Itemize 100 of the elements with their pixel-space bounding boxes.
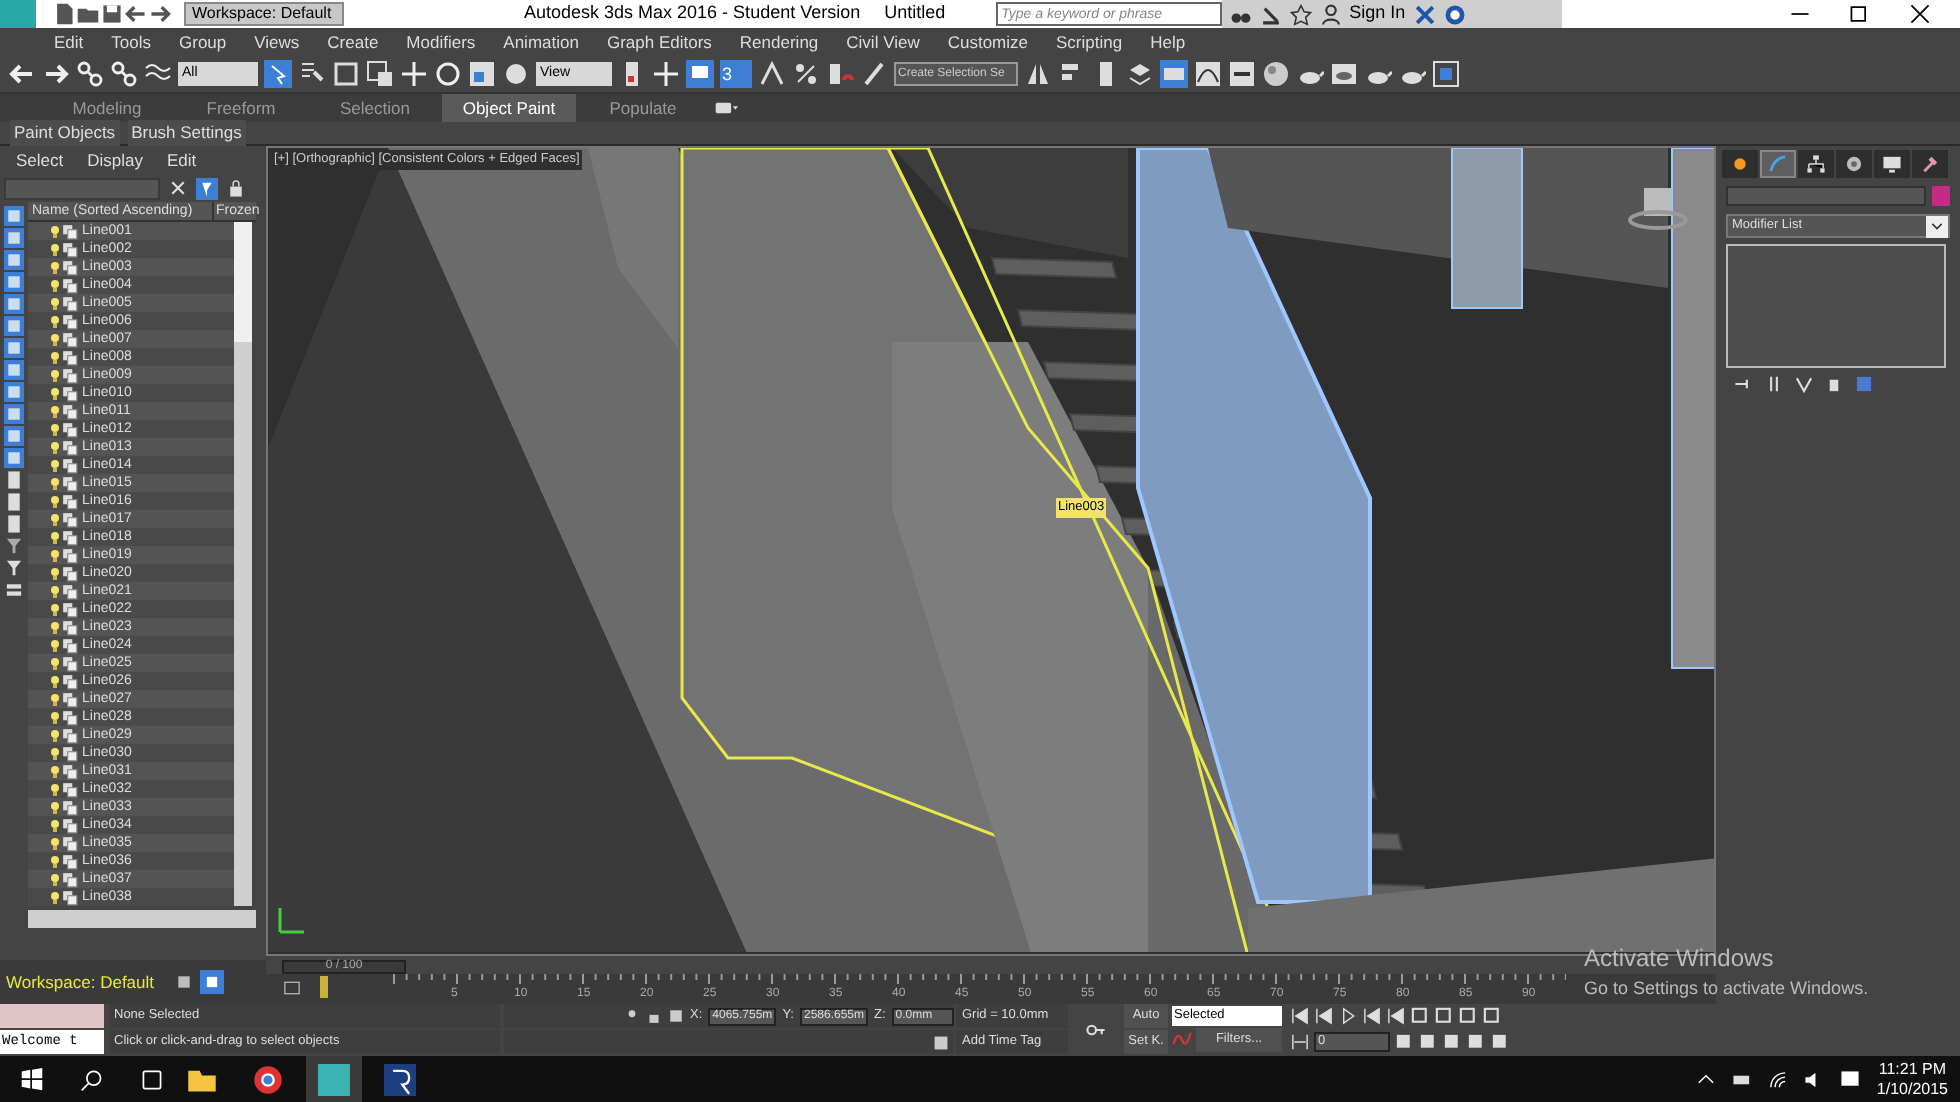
make-unique-icon[interactable] (1794, 374, 1814, 394)
command-panel-tab[interactable] (1874, 150, 1910, 178)
unlink-icon[interactable] (110, 60, 138, 88)
material-editor-icon[interactable] (1262, 60, 1290, 88)
edit-named-selection-icon[interactable] (860, 60, 888, 88)
lock-icon[interactable] (226, 178, 246, 198)
zoom-all-icon[interactable] (1434, 1006, 1454, 1026)
go-to-end-icon[interactable] (1386, 1006, 1406, 1026)
mirror-icon[interactable] (1024, 60, 1052, 88)
clock-time: 11:21 PM (1878, 1060, 1947, 1080)
windows-start-icon[interactable] (20, 1068, 44, 1092)
select-object-icon[interactable] (264, 60, 292, 88)
command-panel-tab[interactable] (1722, 150, 1758, 178)
modifier-stack[interactable] (1726, 244, 1946, 368)
ribbon-tab[interactable]: Populate (576, 94, 710, 122)
percent-snap-icon[interactable] (792, 60, 820, 88)
window-crossing-icon[interactable] (366, 60, 394, 88)
curve-editor-icon[interactable] (1194, 60, 1222, 88)
undo-icon[interactable] (124, 2, 148, 26)
save-icon[interactable] (100, 2, 124, 26)
sign-in-link[interactable]: Sign In (1349, 0, 1406, 28)
undo-icon[interactable] (8, 60, 36, 88)
rendered-frame-icon[interactable] (1330, 60, 1358, 88)
show-end-result-icon[interactable] (1764, 374, 1784, 394)
rotate-icon[interactable] (434, 60, 462, 88)
filter-icon[interactable] (196, 177, 218, 199)
menu-item[interactable]: Modifiers (406, 29, 476, 55)
vertical-scrollbar[interactable] (234, 222, 252, 906)
horizontal-scrollbar[interactable] (28, 910, 256, 928)
ribbon-panel-button[interactable]: Brush Settings (127, 120, 246, 146)
star-icon[interactable] (1289, 3, 1312, 25)
previous-frame-icon[interactable] (1314, 1006, 1334, 1026)
notification-icon[interactable] (1840, 1070, 1861, 1090)
menu-item[interactable]: Tools (111, 29, 151, 55)
menu-item[interactable]: Group (179, 29, 227, 55)
command-panel-tab[interactable] (1912, 150, 1948, 178)
layers-icon[interactable] (1126, 60, 1154, 88)
ribbon-tab[interactable]: Object Paint (442, 94, 576, 122)
time-slider-thumb[interactable] (320, 976, 328, 998)
next-frame-icon[interactable] (1362, 1006, 1382, 1026)
clear-icon[interactable] (168, 178, 188, 198)
ribbon-tab[interactable]: Selection (308, 94, 442, 122)
layer-icon[interactable] (4, 580, 24, 600)
task-view-icon[interactable] (140, 1068, 164, 1092)
a360-gallery-icon[interactable] (1432, 60, 1460, 88)
ribbon-tab[interactable]: Freeform (174, 94, 308, 122)
name-field[interactable] (1726, 186, 1926, 206)
pin-stack-icon[interactable] (1734, 374, 1754, 394)
user-icon[interactable] (1319, 3, 1342, 25)
search-icon[interactable] (80, 1068, 104, 1092)
menu-item[interactable]: Scripting (1056, 29, 1123, 55)
restore-icon[interactable] (1848, 2, 1872, 26)
key-mode-toggle-icon[interactable] (1290, 1032, 1310, 1052)
ribbon-panel-button[interactable]: Paint Objects (10, 120, 120, 146)
menu-item[interactable]: Select (16, 147, 64, 173)
3d-app-icon (318, 1064, 350, 1096)
menu-item[interactable]: Rendering (739, 29, 819, 55)
key-icon[interactable] (1082, 1020, 1110, 1040)
menu-item[interactable]: Edit (167, 147, 197, 173)
angle-snap-icon[interactable] (758, 60, 786, 88)
scene-explorer-icon[interactable] (200, 970, 224, 994)
spinner-snap-icon[interactable] (826, 60, 854, 88)
window-title: Autodesk 3ds Max 2016 - Student Version (524, 0, 861, 27)
battery-icon[interactable] (1732, 1070, 1753, 1090)
ribbon-tab[interactable]: Modeling (40, 94, 174, 122)
command-panel-tab[interactable] (1836, 150, 1872, 178)
zoom-extents-all-icon[interactable] (1482, 1006, 1502, 1026)
wifi-icon[interactable] (1768, 1070, 1789, 1090)
menu-item[interactable]: Edit (54, 29, 84, 55)
move-icon[interactable] (400, 60, 428, 88)
rectangle-selection-icon[interactable] (332, 60, 360, 88)
command-panel-tab[interactable] (1798, 150, 1834, 178)
manipulate-icon[interactable] (652, 60, 680, 88)
workspace-dropdown[interactable]: Workspace: Default (184, 2, 344, 26)
menu-item[interactable]: Graph Editors (606, 29, 712, 55)
listener-input[interactable] (0, 1004, 104, 1028)
cube-icon[interactable] (174, 972, 194, 992)
zoom-icon[interactable] (1410, 1006, 1430, 1026)
link-icon[interactable] (76, 60, 104, 88)
redo-icon[interactable] (42, 60, 70, 88)
search-field[interactable] (4, 177, 160, 199)
menu-item[interactable]: Civil View (846, 29, 920, 55)
monitor-icon (1882, 154, 1902, 174)
menu-item[interactable]: Create (327, 29, 379, 55)
play-icon[interactable] (1338, 1006, 1358, 1026)
activation-message: Go to Settings to activate Windows. (1584, 976, 1869, 1002)
menu-item[interactable]: Views (254, 29, 300, 55)
view-cube-icon[interactable] (1628, 188, 1688, 230)
zoom-extents-icon[interactable] (1458, 1006, 1478, 1026)
menu-item[interactable]: Display (87, 147, 143, 173)
snap-toggle-button[interactable]: 3 (720, 60, 752, 88)
menu-item[interactable]: Animation (503, 29, 579, 55)
close-icon[interactable] (1908, 2, 1932, 26)
menu-item[interactable]: Customize (947, 29, 1028, 55)
scale-icon[interactable] (468, 60, 496, 88)
menu-item[interactable]: Help (1150, 29, 1186, 55)
redo-icon[interactable] (148, 2, 172, 26)
go-to-start-icon[interactable] (1290, 1006, 1310, 1026)
key-mode-icon[interactable] (282, 978, 302, 998)
color-swatch[interactable] (1932, 186, 1950, 206)
